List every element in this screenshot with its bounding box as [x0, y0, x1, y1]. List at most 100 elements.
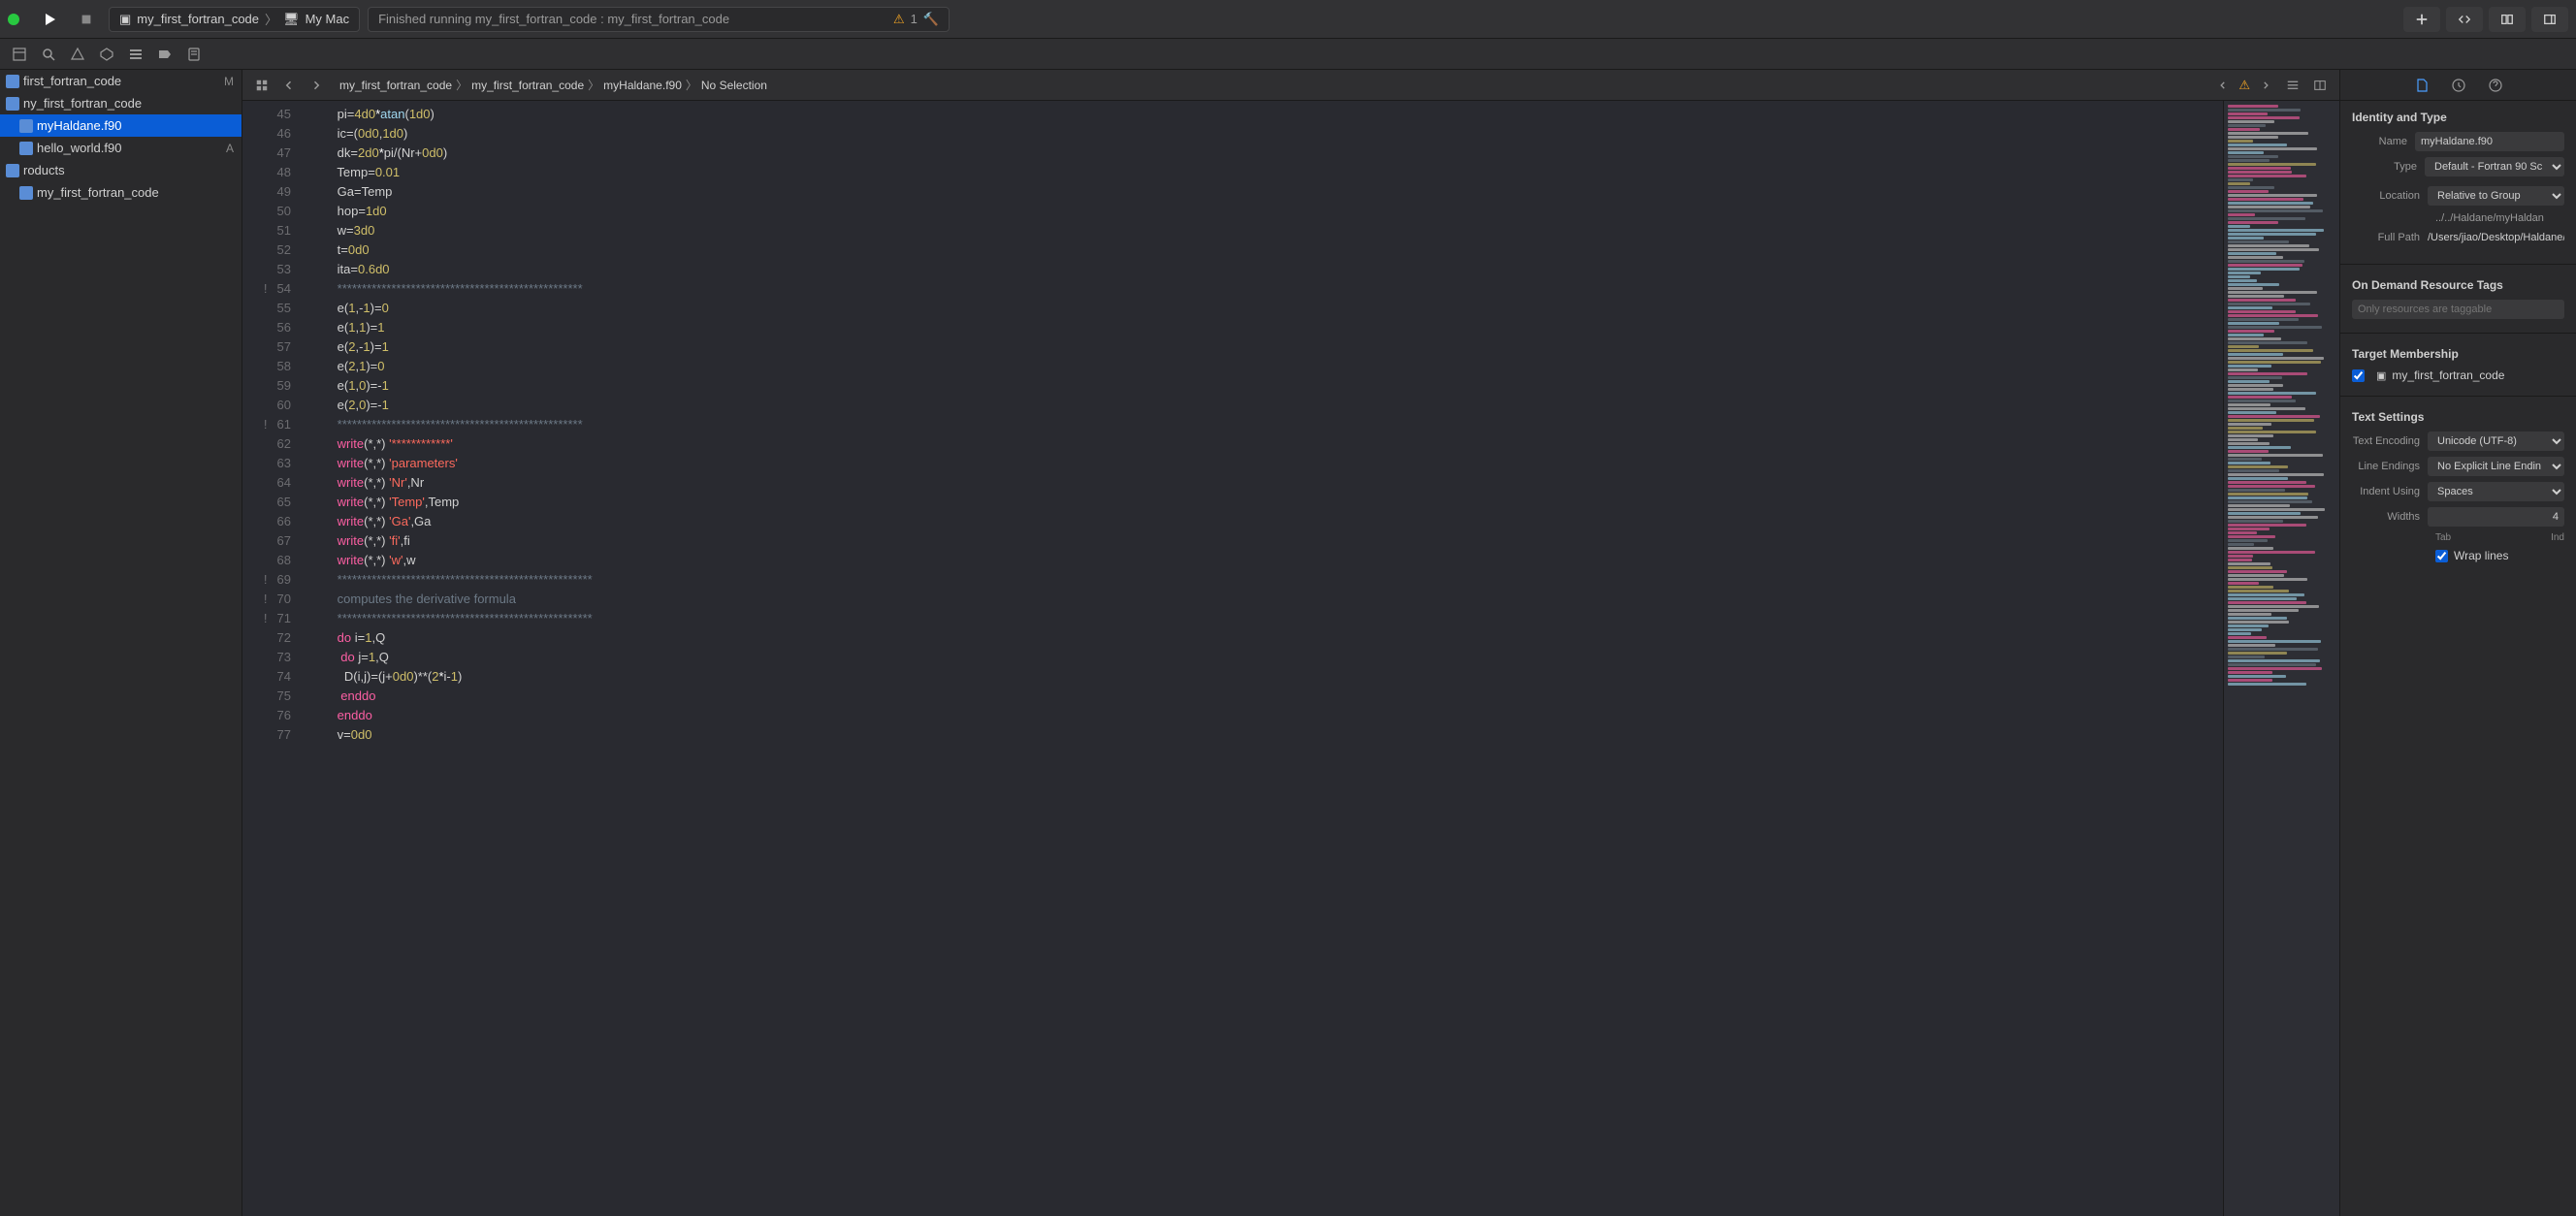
file-row[interactable]: ny_first_fortran_code — [0, 92, 242, 114]
maximize-button[interactable] — [8, 14, 19, 25]
breadcrumb-item[interactable]: myHaldane.f90 — [603, 79, 682, 92]
issue-navigator-icon[interactable] — [64, 43, 91, 66]
file-name: first_fortran_code — [23, 74, 220, 88]
library-button[interactable] — [2489, 7, 2526, 32]
terminal-icon: ▣ — [2376, 369, 2386, 382]
minimap[interactable] — [2223, 101, 2339, 1216]
project-navigator-icon[interactable] — [6, 43, 33, 66]
file-row[interactable]: roducts — [0, 159, 242, 181]
terminal-icon: ▣ — [119, 12, 131, 27]
tab-label: Tab — [2435, 532, 2451, 543]
wrap-label: Wrap lines — [2454, 549, 2508, 562]
warning-count: 1 — [911, 12, 918, 26]
lines-icon[interactable] — [2281, 74, 2304, 97]
location-path: ../../Haldane/myHaldan — [2352, 211, 2564, 225]
file-icon — [6, 164, 19, 177]
panels-button[interactable] — [2531, 7, 2568, 32]
add-button[interactable] — [2403, 7, 2440, 32]
file-icon — [19, 142, 33, 155]
file-row[interactable]: my_first_fortran_code — [0, 181, 242, 204]
related-items-icon[interactable] — [250, 74, 274, 97]
fullpath-value: /Users/jiao/Desktop/Haldane/myHaldane.f9 — [2428, 231, 2564, 244]
lineend-label: Line Endings — [2352, 461, 2428, 472]
hammer-icon: 🔨 — [923, 12, 939, 27]
breakpoint-navigator-icon[interactable] — [151, 43, 178, 66]
activity-text: Finished running my_first_fortran_code :… — [378, 12, 729, 26]
location-label: Location — [2352, 190, 2428, 202]
issue-prev-icon[interactable] — [2211, 74, 2235, 97]
file-icon — [19, 119, 33, 133]
name-label: Name — [2352, 136, 2415, 147]
file-row[interactable]: first_fortran_code M — [0, 70, 242, 92]
file-icon — [6, 75, 19, 88]
back-button[interactable] — [277, 74, 301, 97]
test-navigator-icon[interactable] — [93, 43, 120, 66]
destination-name: My Mac — [306, 12, 350, 26]
mac-icon: 🖥 — [283, 12, 300, 27]
indent-label: Indent Using — [2352, 486, 2428, 497]
text-settings-title: Text Settings — [2352, 410, 2564, 424]
file-inspector-tab[interactable] — [2411, 75, 2432, 96]
report-navigator-icon[interactable] — [180, 43, 208, 66]
file-name: hello_world.f90 — [37, 141, 222, 155]
help-inspector-tab[interactable] — [2485, 75, 2506, 96]
navigator-toolbar — [0, 39, 2576, 70]
file-row[interactable]: myHaldane.f90 — [0, 114, 242, 137]
encoding-select[interactable]: Unicode (UTF-8) — [2428, 432, 2564, 451]
code-editor[interactable]: pi=4d0*atan(1d0) ic=(0d0,1d0) dk=2d0*pi/… — [301, 101, 2223, 1216]
forward-button[interactable] — [305, 74, 328, 97]
type-select[interactable]: Default - Fortran 90 Sc — [2425, 157, 2564, 176]
breadcrumb-item[interactable]: my_first_fortran_code — [471, 79, 584, 92]
tags-field[interactable] — [2352, 300, 2564, 319]
name-field[interactable] — [2415, 132, 2564, 151]
file-name: my_first_fortran_code — [37, 185, 230, 200]
inspector-panel: Identity and Type Name Type Default - Fo… — [2339, 70, 2576, 1216]
history-inspector-tab[interactable] — [2448, 75, 2469, 96]
location-select[interactable]: Relative to Group — [2428, 186, 2564, 206]
fullpath-label: Full Path — [2352, 232, 2428, 243]
inspector-tabs — [2340, 70, 2576, 101]
scheme-name: my_first_fortran_code — [137, 12, 259, 26]
target-name: my_first_fortran_code — [2392, 368, 2504, 382]
type-label: Type — [2352, 161, 2425, 173]
target-checkbox[interactable] — [2352, 369, 2365, 382]
file-icon — [19, 186, 33, 200]
indent-select[interactable]: Spaces — [2428, 482, 2564, 501]
issue-next-icon[interactable] — [2254, 74, 2277, 97]
warning-icon: ⚠ — [893, 12, 905, 27]
stop-button[interactable] — [72, 7, 101, 32]
code-review-button[interactable] — [2446, 7, 2483, 32]
file-status: M — [224, 75, 234, 88]
breadcrumb-item[interactable]: No Selection — [701, 79, 767, 92]
main-toolbar: ▣ my_first_fortran_code 〉 🖥 My Mac Finis… — [0, 0, 2576, 39]
identity-title: Identity and Type — [2352, 111, 2564, 124]
scheme-selector[interactable]: ▣ my_first_fortran_code 〉 🖥 My Mac — [109, 7, 360, 32]
file-status: A — [226, 142, 234, 155]
editor-area: my_first_fortran_code〉my_first_fortran_c… — [242, 70, 2339, 1216]
ind-label: Ind — [2551, 532, 2564, 543]
file-icon — [6, 97, 19, 111]
widths-label: Widths — [2352, 511, 2428, 523]
split-editor-icon[interactable] — [2308, 74, 2332, 97]
warning-icon: ⚠ — [2238, 78, 2250, 93]
file-name: roducts — [23, 163, 230, 177]
line-gutter[interactable]: 454647484950515253!54555657585960!616263… — [242, 101, 301, 1216]
project-navigator[interactable]: first_fortran_code Mny_first_fortran_code… — [0, 70, 242, 1216]
lineend-select[interactable]: No Explicit Line Endin — [2428, 457, 2564, 476]
target-title: Target Membership — [2352, 347, 2564, 361]
editor-jump-bar: my_first_fortran_code〉my_first_fortran_c… — [242, 70, 2339, 101]
file-name: ny_first_fortran_code — [23, 96, 230, 111]
window-traffic-lights — [8, 14, 19, 25]
tags-title: On Demand Resource Tags — [2352, 278, 2564, 292]
widths-field[interactable] — [2428, 507, 2564, 527]
wrap-checkbox[interactable] — [2435, 550, 2448, 562]
breadcrumb[interactable]: my_first_fortran_code〉my_first_fortran_c… — [339, 77, 767, 93]
run-button[interactable] — [35, 7, 64, 32]
breadcrumb-item[interactable]: my_first_fortran_code — [339, 79, 452, 92]
debug-navigator-icon[interactable] — [122, 43, 149, 66]
encoding-label: Text Encoding — [2352, 435, 2428, 447]
search-navigator-icon[interactable] — [35, 43, 62, 66]
activity-view[interactable]: Finished running my_first_fortran_code :… — [368, 7, 950, 32]
file-name: myHaldane.f90 — [37, 118, 230, 133]
file-row[interactable]: hello_world.f90 A — [0, 137, 242, 159]
